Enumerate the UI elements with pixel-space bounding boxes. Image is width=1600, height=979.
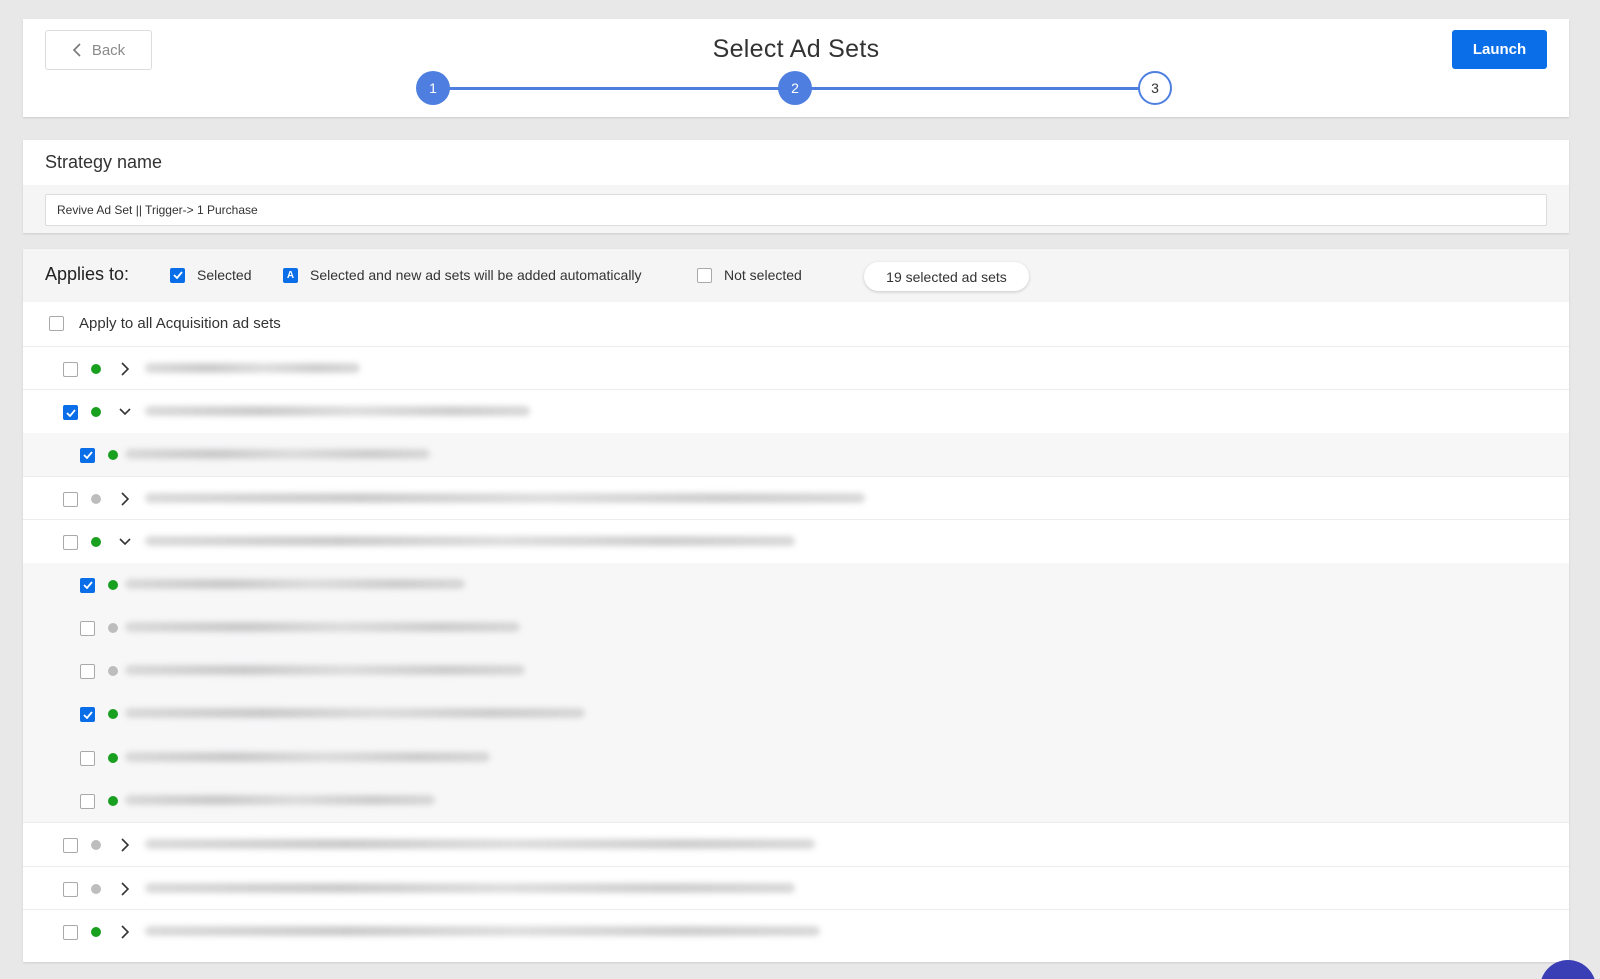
- status-active-dot: [91, 537, 101, 548]
- campaign-name-redacted: [145, 492, 865, 503]
- status-active-dot: [108, 709, 118, 720]
- step-connector-1: [433, 87, 795, 90]
- applies-to-title: Applies to:: [45, 264, 130, 284]
- row-checkbox[interactable]: [80, 664, 95, 680]
- status-active-dot: [108, 579, 118, 590]
- row-checkbox[interactable]: [63, 535, 78, 551]
- status-inactive-dot: [108, 622, 118, 633]
- ad-set-name-redacted: [125, 751, 490, 762]
- campaign-name-redacted: [145, 363, 360, 373]
- strategy-name-input[interactable]: [45, 194, 1547, 226]
- progress-stepper: 1 2 3: [416, 71, 1172, 105]
- row-checkbox-checked[interactable]: [80, 707, 95, 723]
- page-title: Select Ad Sets: [712, 35, 880, 63]
- chevron-right-icon[interactable]: [118, 361, 132, 377]
- chevron-right-icon[interactable]: [118, 491, 132, 507]
- campaign-name-redacted: [145, 839, 815, 850]
- launch-button[interactable]: Launch: [1452, 30, 1547, 69]
- ad-set-name-redacted: [125, 665, 525, 676]
- apply-all-checkbox[interactable]: [49, 316, 64, 331]
- row-checkbox[interactable]: [80, 794, 95, 809]
- status-active-dot: [91, 926, 101, 937]
- ad-set-name-redacted: [125, 578, 465, 589]
- campaign-name-redacted: [145, 882, 795, 893]
- campaign-row[interactable]: [23, 865, 1569, 910]
- row-checkbox[interactable]: [80, 620, 95, 636]
- apply-all-row[interactable]: Apply to all Acquisition ad sets: [23, 302, 1569, 346]
- auto-select-icon: A: [283, 267, 298, 283]
- legend-auto: A Selected and new ad sets will be added…: [283, 267, 642, 283]
- campaign-row[interactable]: [23, 908, 1569, 953]
- row-checkbox[interactable]: [63, 362, 78, 377]
- chevron-right-icon[interactable]: [118, 881, 132, 897]
- row-checkbox-checked[interactable]: [63, 405, 78, 421]
- campaign-row[interactable]: [23, 346, 1569, 390]
- ad-set-row[interactable]: [23, 735, 1569, 780]
- status-active-dot: [108, 752, 118, 763]
- ad-set-row[interactable]: [23, 779, 1569, 823]
- apply-all-label: Apply to all Acquisition ad sets: [79, 315, 281, 332]
- status-active-dot: [108, 796, 118, 806]
- legend-auto-label: Selected and new ad sets will be added a…: [310, 267, 642, 283]
- chevron-down-icon[interactable]: [118, 534, 132, 550]
- step-2[interactable]: 2: [778, 71, 812, 105]
- ad-set-row[interactable]: [23, 649, 1569, 694]
- ad-set-row[interactable]: [23, 562, 1569, 607]
- checkbox-empty-icon: [697, 267, 712, 283]
- campaign-name-redacted: [145, 406, 530, 417]
- applies-to-legend: Applies to: Selected A Selected and new …: [23, 249, 1569, 302]
- strategy-name-label: Strategy name: [45, 152, 163, 172]
- campaign-name-redacted: [145, 536, 795, 547]
- ad-set-row[interactable]: [23, 605, 1569, 650]
- ad-set-name-redacted: [125, 795, 435, 805]
- row-checkbox[interactable]: [63, 491, 78, 507]
- status-inactive-dot: [91, 493, 101, 504]
- campaign-row[interactable]: [23, 389, 1569, 433]
- row-checkbox[interactable]: [63, 881, 78, 897]
- selected-count-badge: 19 selected ad sets: [864, 262, 1029, 291]
- ad-set-name-redacted: [125, 708, 585, 719]
- legend-selected: Selected: [170, 267, 251, 283]
- status-inactive-dot: [108, 666, 118, 677]
- strategy-section: Strategy name: [23, 140, 1569, 233]
- campaign-name-redacted: [145, 925, 820, 936]
- legend-not-selected: Not selected: [697, 267, 802, 283]
- chevron-down-icon[interactable]: [118, 404, 132, 420]
- campaign-row[interactable]: [23, 475, 1569, 520]
- step-connector-2: [795, 87, 1157, 90]
- ad-set-name-redacted: [125, 621, 520, 632]
- row-checkbox[interactable]: [63, 838, 78, 854]
- status-active-dot: [108, 449, 118, 460]
- chevron-right-icon[interactable]: [118, 837, 132, 853]
- ad-sets-panel: Applies to: Selected A Selected and new …: [23, 249, 1569, 962]
- status-inactive-dot: [91, 840, 101, 851]
- header-bar: Back Select Ad Sets Launch 1 2 3: [23, 19, 1569, 117]
- checkbox-checked-icon: [170, 267, 185, 283]
- step-1[interactable]: 1: [416, 71, 450, 105]
- campaign-row[interactable]: [23, 822, 1569, 866]
- status-active-dot: [91, 407, 101, 418]
- ad-set-name-redacted: [125, 448, 430, 459]
- legend-not-selected-label: Not selected: [724, 267, 802, 283]
- legend-selected-label: Selected: [197, 267, 252, 283]
- row-checkbox[interactable]: [80, 750, 95, 766]
- chevron-right-icon[interactable]: [118, 924, 132, 940]
- campaign-row[interactable]: [23, 519, 1569, 563]
- row-checkbox-checked[interactable]: [80, 447, 95, 463]
- ad-set-row[interactable]: [23, 692, 1569, 737]
- step-3[interactable]: 3: [1138, 71, 1172, 105]
- row-checkbox-checked[interactable]: [80, 577, 95, 593]
- ad-set-row[interactable]: [23, 432, 1569, 477]
- row-checkbox[interactable]: [63, 924, 78, 940]
- status-inactive-dot: [91, 883, 101, 894]
- status-active-dot: [91, 364, 101, 374]
- chat-widget-button[interactable]: [1540, 960, 1596, 979]
